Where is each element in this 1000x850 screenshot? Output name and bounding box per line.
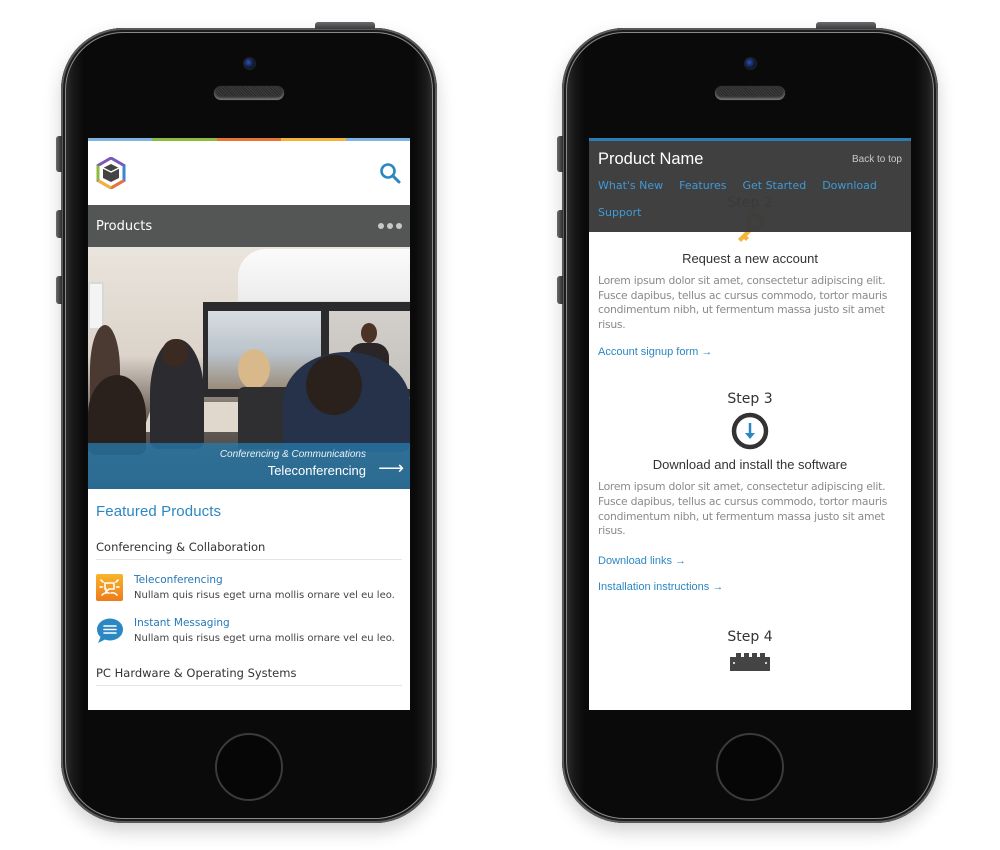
front-camera (745, 58, 756, 69)
power-button (816, 22, 876, 29)
nav-whats-new[interactable]: What's New (598, 179, 663, 192)
product-name: Product Name (598, 150, 704, 168)
teleconference-icon (96, 574, 123, 601)
search-icon[interactable] (378, 161, 402, 185)
product-description: Nullam quis risus eget urna mollis ornar… (134, 590, 395, 601)
account-signup-link[interactable]: Account signup form → (598, 346, 902, 358)
download-circle-icon (731, 413, 769, 450)
power-button (315, 22, 375, 29)
product-nav: What's New Features Get Started Download… (598, 179, 905, 219)
featured-products: Featured Products Conferencing & Collabo… (88, 489, 410, 686)
earpiece-speaker (715, 86, 785, 100)
category-heading: Conferencing & Collaboration (96, 540, 402, 560)
download-links-link[interactable]: Download links → (598, 555, 902, 567)
step-title: Download and install the software (652, 457, 848, 473)
volume-down-button (557, 276, 563, 304)
more-dots-icon[interactable] (378, 223, 402, 229)
product-title[interactable]: Instant Messaging (134, 617, 395, 629)
product-description: Nullam quis risus eget urna mollis ornar… (134, 633, 395, 644)
nav-download[interactable]: Download (822, 179, 877, 192)
nav-get-started[interactable]: Get Started (742, 179, 806, 192)
site-header (88, 141, 410, 205)
featured-heading: Featured Products (96, 503, 222, 520)
right-screen: Step 2 Request a new account Lorem ipsum… (589, 138, 911, 710)
step-title: Request a new account (682, 251, 818, 266)
mute-switch (557, 136, 563, 172)
chat-bubble-icon (97, 618, 123, 643)
front-camera (244, 58, 255, 69)
chip-icon (730, 652, 770, 671)
arrow-right-icon[interactable]: ⟶ (378, 458, 404, 479)
earpiece-speaker (214, 86, 284, 100)
left-screen: Products Conferencing & Communications T… (88, 138, 410, 710)
mute-switch (56, 136, 62, 172)
sticky-product-header: Product Name Back to top What's New Feat… (589, 138, 911, 232)
nav-features[interactable]: Features (679, 179, 726, 192)
step-body: Lorem ipsum dolor sit amet, consectetur … (598, 480, 888, 538)
volume-down-button (56, 276, 62, 304)
back-to-top-link[interactable]: Back to top (852, 154, 902, 165)
hero-caption[interactable]: Conferencing & Communications Teleconfer… (88, 443, 410, 489)
volume-up-button (56, 210, 62, 238)
home-button[interactable] (215, 733, 283, 801)
phone-left: Products Conferencing & Communications T… (56, 22, 437, 823)
product-title[interactable]: Teleconferencing (134, 574, 395, 586)
section-title: Products (96, 218, 153, 234)
nav-support[interactable]: Support (598, 206, 641, 219)
hexagon-cube-logo-icon[interactable] (96, 157, 126, 189)
category-heading: PC Hardware & Operating Systems (96, 666, 402, 686)
phone-right: Step 2 Request a new account Lorem ipsum… (557, 22, 938, 823)
step-body: Lorem ipsum dolor sit amet, consectetur … (598, 274, 888, 331)
step-label: Step 3 (727, 391, 773, 408)
section-nav-bar: Products (88, 205, 410, 247)
hero-title: Teleconferencing (267, 463, 366, 478)
hero-banner[interactable]: Conferencing & Communications Teleconfer… (88, 247, 410, 489)
brand-color-bar (88, 138, 410, 141)
volume-up-button (557, 210, 563, 238)
installation-instructions-link[interactable]: Installation instructions → (598, 581, 902, 593)
product-item-teleconferencing[interactable]: Teleconferencing Nullam quis risus eget … (96, 574, 402, 601)
product-item-instant-messaging[interactable]: Instant Messaging Nullam quis risus eget… (96, 617, 402, 644)
step-label: Step 4 (727, 628, 773, 645)
home-button[interactable] (716, 733, 784, 801)
hero-category: Conferencing & Communications (219, 449, 366, 460)
